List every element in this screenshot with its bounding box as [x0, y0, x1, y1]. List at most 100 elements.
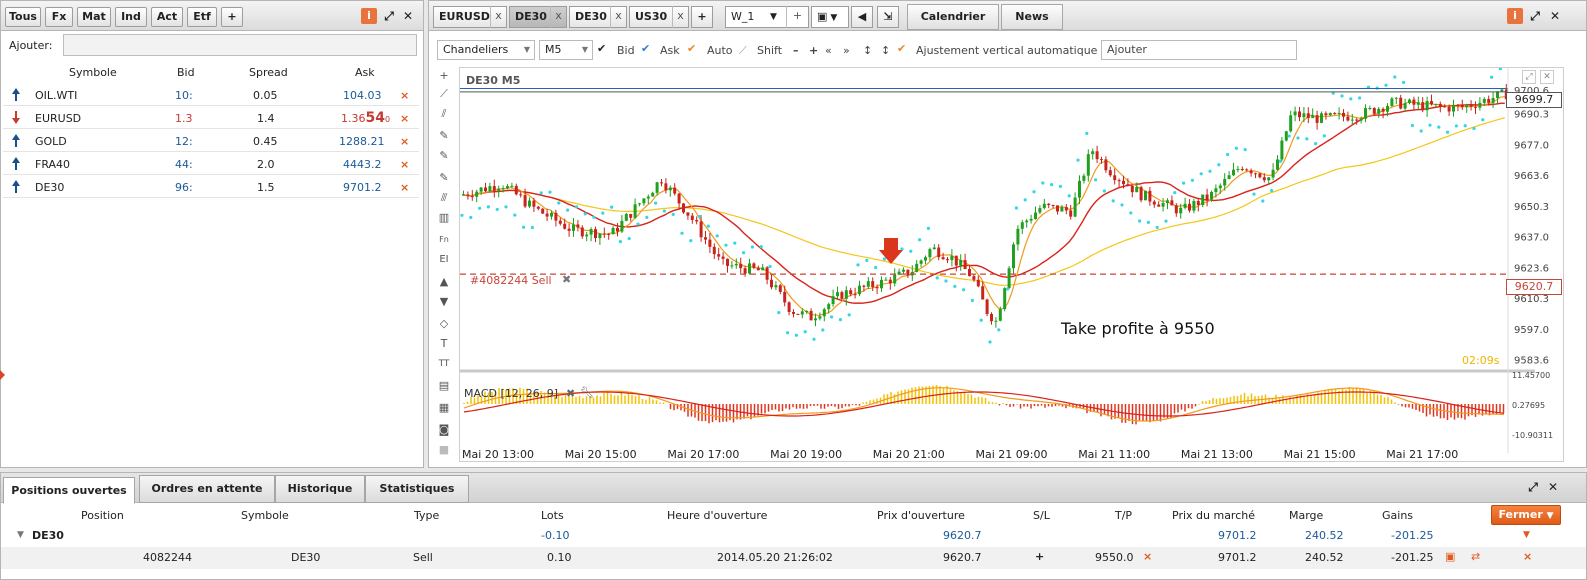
indicators-icon[interactable]: ▦ — [437, 401, 451, 415]
layers-icon[interactable]: ▤ — [437, 379, 451, 393]
fn-tool-icon[interactable]: Fn — [437, 233, 451, 247]
remove-icon[interactable]: × — [400, 89, 409, 102]
scroll-right-icon[interactable]: » — [843, 44, 850, 57]
tab-history[interactable]: Historique — [275, 475, 365, 503]
tab-close-icon[interactable]: x — [610, 6, 626, 28]
panel-resize-handle[interactable] — [0, 370, 5, 380]
watchlist-row[interactable]: EURUSD 1.3 1.4 1.36540 × — [3, 107, 419, 129]
timeframe-select[interactable]: M5 ▼ — [539, 40, 593, 60]
tab-pending-orders[interactable]: Ordres en attente — [139, 475, 275, 503]
layout-select[interactable]: ▣ ▼ — [811, 6, 849, 28]
remove-icon[interactable]: × — [400, 158, 409, 171]
close-icon[interactable]: ✕ — [400, 8, 416, 24]
chart-canvas[interactable]: 9700.69690.39677.09663.69650.39637.09623… — [460, 67, 1565, 463]
filter-act-button[interactable]: Act — [151, 7, 183, 27]
filter-all-button[interactable]: Tous — [5, 7, 41, 27]
ask-price[interactable]: 1288.21 — [339, 135, 385, 148]
remove-icon[interactable]: × — [400, 112, 409, 125]
news-button[interactable]: News — [1001, 4, 1063, 30]
position-row[interactable]: 4082244 DE30 Sell 0.10 2014.05.20 21:26:… — [1, 547, 1586, 569]
tab-statistics[interactable]: Statistiques — [365, 475, 469, 503]
stop-loss-add[interactable]: + — [1035, 550, 1044, 563]
detach-icon[interactable]: ⇲ — [877, 6, 899, 28]
chart-tab-de30[interactable]: DE30 x — [569, 6, 627, 28]
text-tool-icon[interactable]: T — [437, 337, 451, 351]
expand-icon[interactable]: ⤢ — [1525, 479, 1541, 495]
close-icon[interactable]: ✕ — [1545, 479, 1561, 495]
close-position-icon[interactable]: × — [1523, 550, 1532, 563]
back-arrow-icon[interactable]: ◀ — [851, 6, 873, 28]
camera-icon[interactable]: ◙ — [437, 423, 451, 437]
line-tool-icon[interactable]: ⟋ — [437, 87, 451, 101]
filter-etf-button[interactable]: Etf — [187, 7, 217, 27]
bid-price[interactable]: 12: — [175, 135, 193, 148]
add-filter-button[interactable]: + — [221, 7, 243, 27]
chart-close-icon[interactable]: ✕ — [1540, 70, 1554, 84]
group-menu-icon[interactable]: ▼ — [1523, 530, 1530, 540]
pencil-tool-icon[interactable]: ✎ — [437, 171, 451, 185]
add-symbol-input[interactable] — [63, 34, 417, 56]
tab-open-positions[interactable]: Positions ouvertes — [3, 477, 135, 504]
add-chart-tab-button[interactable]: + — [691, 6, 713, 28]
vertical-compress-icon[interactable]: ↕ — [863, 44, 872, 57]
price-chart[interactable]: 9700.69690.39677.09663.69650.39637.09623… — [459, 67, 1564, 462]
ask-price[interactable]: 1.36540 — [341, 110, 390, 126]
ask-price[interactable]: 9701.2 — [343, 181, 382, 194]
shapes-tool-icon[interactable]: ◇ — [437, 317, 451, 331]
position-group-row[interactable]: ▼ DE30 -0.10 9620.7 9701.2 240.52 -201.2… — [1, 525, 1586, 547]
expand-icon[interactable]: ⤢ — [1527, 8, 1543, 24]
chart-tab-de30-active[interactable]: DE30 x — [509, 6, 567, 28]
crosshair-icon[interactable]: + — [437, 69, 451, 83]
order-label[interactable]: #4082244 Sell — [470, 274, 552, 287]
ask-price[interactable]: 4443.2 — [343, 158, 382, 171]
arrow-up-marker-icon[interactable]: ▲ — [437, 275, 451, 289]
close-icon[interactable]: ✕ — [1547, 8, 1563, 24]
reverse-position-icon[interactable]: ⇄ — [1471, 550, 1480, 563]
order-close-icon[interactable]: ✖ — [562, 273, 571, 286]
auto-check-icon[interactable]: ✔ — [687, 42, 696, 55]
elliott-tool-icon[interactable]: EI — [437, 253, 451, 267]
ray-tool-icon[interactable]: ✎ — [437, 149, 451, 163]
indicator-add-input[interactable]: Ajouter — [1101, 40, 1297, 60]
info-icon[interactable]: i — [361, 8, 377, 24]
filter-fx-button[interactable]: Fx — [45, 7, 73, 27]
tab-close-icon[interactable]: x — [672, 6, 688, 28]
bid-price[interactable]: 10: — [175, 89, 193, 102]
zoom-out-icon[interactable]: – — [793, 44, 799, 57]
watchlist-row[interactable]: GOLD 12: 0.45 1288.21 × — [3, 130, 419, 152]
zoom-in-icon[interactable]: + — [809, 44, 818, 57]
auto-scale-check-icon[interactable]: ✔ — [897, 42, 906, 55]
remove-icon[interactable]: × — [400, 181, 409, 194]
workspace-add-icon[interactable]: + — [786, 6, 808, 28]
channel-tool-icon[interactable]: ⫽ — [437, 107, 451, 121]
bid-price[interactable]: 1.3 — [175, 112, 193, 125]
bid-check-icon[interactable]: ✔ — [597, 42, 606, 55]
calendar-button[interactable]: Calendrier — [907, 4, 999, 30]
info-icon[interactable]: i — [1507, 8, 1523, 24]
arrow-down-marker-icon[interactable]: ▼ — [437, 295, 451, 309]
bid-toggle[interactable]: Bid — [617, 44, 635, 57]
chart-annotation-text[interactable]: Take profite à 9550 — [1061, 319, 1215, 338]
close-positions-button[interactable]: Fermer ▼ — [1491, 505, 1561, 525]
expand-icon[interactable]: ⤢ — [381, 8, 397, 24]
edit-position-icon[interactable]: ▣ — [1445, 550, 1455, 563]
scroll-left-icon[interactable]: « — [825, 44, 832, 57]
settings-square-icon[interactable]: ■ — [437, 443, 451, 457]
chart-type-select[interactable]: Chandeliers ▼ — [437, 40, 535, 60]
collapse-triangle-icon[interactable]: ▼ — [17, 530, 24, 540]
ask-toggle[interactable]: Ask — [660, 44, 680, 57]
auto-toggle[interactable]: Auto — [707, 44, 733, 57]
workspace-select[interactable]: W_1 ▼ + — [725, 6, 809, 28]
macd-close-icon[interactable]: ✖ — [566, 387, 575, 400]
vertical-expand-icon[interactable]: ↕ — [881, 44, 890, 57]
filter-mat-button[interactable]: Mat — [77, 7, 111, 27]
watchlist-row[interactable]: OIL.WTI 10: 0.05 104.03 × — [3, 84, 419, 106]
watchlist-row[interactable]: DE30 96: 1.5 9701.2 × — [3, 176, 419, 198]
chart-tab-eurusd[interactable]: EURUSD x — [433, 6, 507, 28]
tab-close-icon[interactable]: x — [490, 6, 506, 28]
auto-scale-toggle[interactable]: Ajustement vertical automatique — [916, 44, 1097, 57]
watchlist-row[interactable]: FRA40 44: 2.0 4443.2 × — [3, 153, 419, 175]
text-size-tool-icon[interactable]: TT — [437, 357, 451, 371]
chart-tab-us30[interactable]: US30 x — [629, 6, 689, 28]
shift-toggle[interactable]: Shift — [757, 44, 782, 57]
